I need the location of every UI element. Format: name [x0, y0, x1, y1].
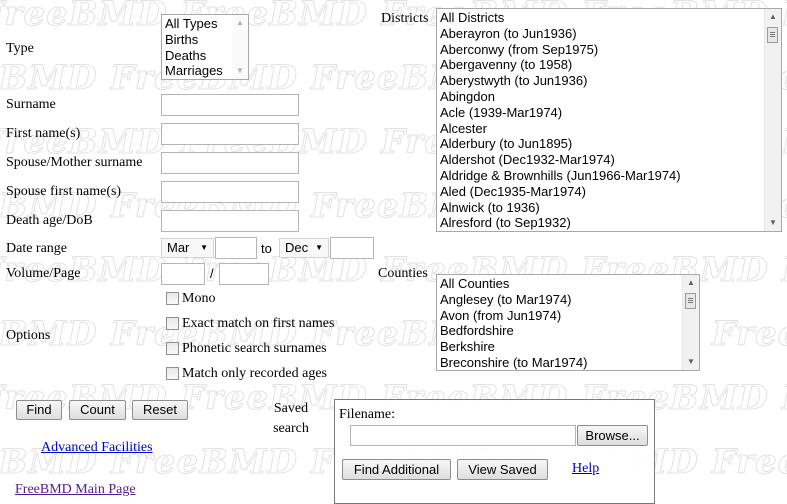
chevron-down-icon: ▼ — [315, 243, 323, 252]
type-option[interactable]: All Types — [165, 16, 223, 32]
death-age-label: Death age/DoB — [6, 213, 93, 228]
district-option[interactable]: Aldridge & Brownhills (Jun1966-Mar1974) — [440, 168, 681, 184]
counties-scrollbar[interactable]: ▲ ▼ — [682, 275, 699, 370]
district-option[interactable]: Aled (Dec1935-Mar1974) — [440, 184, 681, 200]
district-options: All Districts Aberayron (to Jun1936) Aberc… — [440, 10, 681, 231]
district-option[interactable]: Aberystwyth (to Jun1936) — [440, 73, 681, 89]
county-options: All Counties Anglesey (to Mar1974) Avon (f… — [440, 276, 587, 370]
end-month-value: Dec — [285, 240, 309, 255]
exact-match-checkbox[interactable] — [166, 317, 179, 330]
type-option[interactable]: Deaths — [165, 48, 223, 64]
end-year-input[interactable] — [330, 237, 374, 259]
spouse-surname-input[interactable] — [161, 152, 299, 174]
phonetic-label: Phonetic search surnames — [182, 341, 327, 356]
count-button[interactable]: Count — [69, 400, 126, 420]
district-option[interactable]: Alnwick (to 1936) — [440, 200, 681, 216]
counties-label: Counties — [378, 266, 428, 281]
type-option[interactable]: Marriages — [165, 63, 223, 79]
saved-search-label-line1: Saved — [273, 401, 309, 416]
type-label: Type — [6, 41, 34, 56]
scroll-thumb[interactable] — [685, 293, 696, 309]
scroll-down-icon[interactable]: ▼ — [683, 354, 699, 370]
mono-checkbox[interactable] — [166, 292, 179, 305]
saved-search-label: Saved search — [270, 401, 312, 437]
volume-input[interactable] — [161, 263, 205, 285]
date-range-label: Date range — [6, 241, 68, 256]
start-month-value: Mar — [167, 240, 190, 255]
filename-input[interactable] — [350, 425, 576, 446]
scroll-up-icon[interactable]: ▲ — [232, 15, 248, 31]
type-option[interactable]: Births — [165, 32, 223, 48]
district-option[interactable]: Abergavenny (to 1958) — [440, 57, 681, 73]
district-option[interactable]: Alresford (to Sep1932) — [440, 215, 681, 231]
death-age-input[interactable] — [161, 210, 299, 232]
district-option[interactable]: Acle (1939-Mar1974) — [440, 105, 681, 121]
spouse-surname-label: Spouse/Mother surname — [6, 155, 143, 170]
district-option[interactable]: Abingdon — [440, 89, 681, 105]
counties-listbox[interactable]: All Counties Anglesey (to Mar1974) Avon (f… — [436, 274, 700, 371]
county-option[interactable]: All Counties — [440, 276, 587, 292]
help-link[interactable]: Help — [572, 461, 599, 477]
recorded-ages-label: Match only recorded ages — [182, 366, 327, 381]
districts-listbox[interactable]: All Districts Aberayron (to Jun1936) Aberc… — [436, 8, 782, 232]
mono-label: Mono — [182, 291, 216, 306]
find-button[interactable]: Find — [16, 400, 62, 420]
view-saved-button[interactable]: View Saved — [457, 459, 548, 480]
districts-scrollbar[interactable]: ▲ ▼ — [764, 9, 781, 231]
page-input[interactable] — [219, 263, 269, 285]
main-page-link[interactable]: FreeBMD Main Page — [15, 482, 136, 498]
district-option[interactable]: Aldershot (Dec1932-Mar1974) — [440, 152, 681, 168]
surname-input[interactable] — [161, 94, 299, 116]
district-option[interactable]: All Districts — [440, 10, 681, 26]
filename-label: Filename: — [339, 407, 395, 422]
date-to-label: to — [261, 241, 272, 256]
advanced-facilities-link[interactable]: Advanced Facilities — [41, 440, 153, 456]
spouse-first-label: Spouse first name(s) — [6, 184, 122, 199]
volume-page-separator: / — [210, 266, 214, 281]
county-option[interactable]: Berkshire — [440, 339, 587, 355]
start-year-input[interactable] — [215, 237, 257, 259]
district-option[interactable]: Alcester — [440, 121, 681, 137]
first-names-label: First name(s) — [6, 126, 81, 141]
chevron-down-icon: ▼ — [200, 243, 208, 252]
type-options: All Types Births Deaths Marriages — [165, 16, 223, 79]
first-names-input[interactable] — [161, 123, 299, 145]
end-month-select[interactable]: Dec ▼ — [279, 238, 329, 258]
volume-page-label: Volume/Page — [6, 266, 81, 281]
scroll-down-icon[interactable]: ▼ — [765, 215, 781, 231]
district-option[interactable]: Aberayron (to Jun1936) — [440, 26, 681, 42]
recorded-ages-checkbox[interactable] — [166, 367, 179, 380]
scroll-up-icon[interactable]: ▲ — [765, 9, 781, 25]
scroll-thumb[interactable] — [767, 27, 778, 43]
scroll-down-icon[interactable]: ▼ — [232, 63, 248, 79]
county-option[interactable]: Breconshire (to Mar1974) — [440, 355, 587, 370]
exact-match-label: Exact match on first names — [182, 316, 335, 331]
county-option[interactable]: Bedfordshire — [440, 323, 587, 339]
type-listbox[interactable]: All Types Births Deaths Marriages ▲ ▼ — [161, 14, 249, 80]
spouse-first-input[interactable] — [161, 181, 299, 203]
browse-button[interactable]: Browse... — [577, 425, 648, 446]
saved-search-label-line2: search — [273, 421, 309, 436]
district-option[interactable]: Alderbury (to Jun1895) — [440, 136, 681, 152]
county-option[interactable]: Avon (from Jun1974) — [440, 308, 587, 324]
start-month-select[interactable]: Mar ▼ — [161, 238, 214, 258]
phonetic-checkbox[interactable] — [166, 342, 179, 355]
type-scrollbar[interactable]: ▲ ▼ — [232, 15, 248, 79]
surname-label: Surname — [6, 97, 56, 112]
district-option[interactable]: Aberconwy (from Sep1975) — [440, 42, 681, 58]
reset-button[interactable]: Reset — [132, 400, 188, 420]
scroll-up-icon[interactable]: ▲ — [683, 275, 699, 291]
districts-label: Districts — [381, 11, 429, 26]
find-additional-button[interactable]: Find Additional — [342, 459, 451, 480]
county-option[interactable]: Anglesey (to Mar1974) — [440, 292, 587, 308]
options-label: Options — [6, 328, 51, 343]
